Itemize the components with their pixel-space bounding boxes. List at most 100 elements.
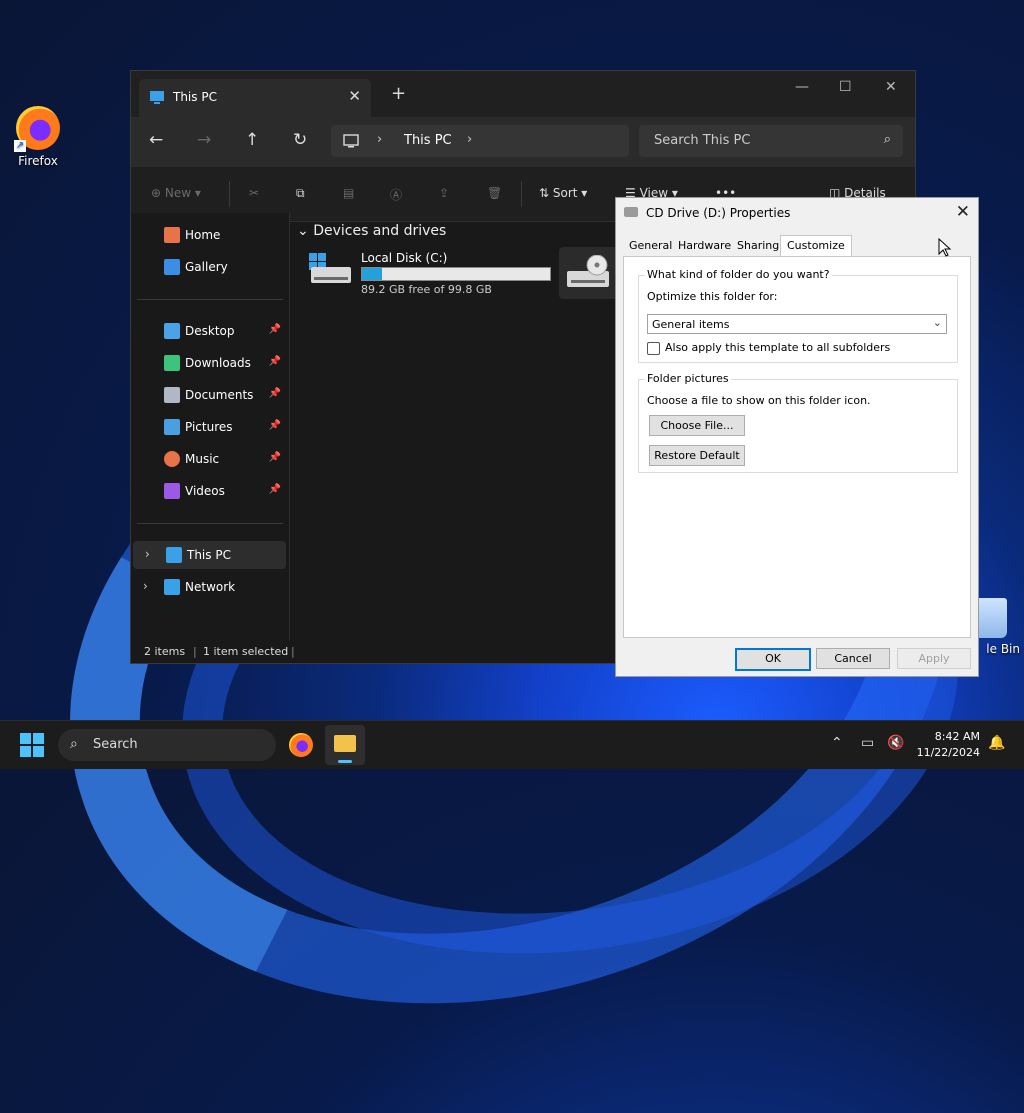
- cut-icon[interactable]: ✂: [249, 186, 259, 200]
- breadcrumb-separator[interactable]: ›: [467, 132, 472, 147]
- status-divider: |: [193, 645, 197, 658]
- search-placeholder: Search This PC: [654, 133, 751, 148]
- chevron-right-icon[interactable]: ›: [145, 547, 150, 561]
- share-icon[interactable]: ⇪: [439, 186, 449, 200]
- rename-icon[interactable]: Ⓐ: [390, 186, 402, 203]
- group-legend: Folder pictures: [645, 372, 731, 385]
- taskbar-file-explorer-icon[interactable]: [325, 725, 365, 765]
- chevron-right-icon[interactable]: ›: [143, 579, 148, 593]
- hard-drive-icon: [309, 253, 351, 283]
- pictures-icon: [164, 419, 180, 435]
- sidebar-item-network[interactable]: › Network: [131, 573, 287, 601]
- taskbar-search[interactable]: ⌕ Search: [58, 729, 276, 761]
- start-button[interactable]: [20, 733, 44, 757]
- sidebar-item-music[interactable]: Music 📌: [131, 445, 287, 473]
- new-label: New: [164, 186, 192, 200]
- drive-free-space: 89.2 GB free of 99.8 GB: [361, 283, 492, 296]
- tab-this-pc[interactable]: This PC ✕: [139, 79, 371, 117]
- paste-icon[interactable]: ▤: [343, 186, 354, 200]
- title-bar: This PC ✕ + — ☐ ✕: [131, 71, 915, 117]
- new-tab-button[interactable]: +: [391, 83, 406, 104]
- network-icon: [164, 579, 180, 595]
- restore-default-button[interactable]: Restore Default: [649, 445, 745, 466]
- sidebar-item-label: Desktop: [185, 324, 235, 338]
- sidebar-item-home[interactable]: Home: [131, 221, 287, 249]
- sidebar-item-videos[interactable]: Videos 📌: [131, 477, 287, 505]
- shortcut-arrow-icon: ↗: [14, 140, 26, 152]
- folder-pictures-group: Folder pictures Choose a file to show on…: [638, 372, 958, 473]
- status-divider: |: [291, 645, 295, 658]
- taskbar-firefox-icon[interactable]: [289, 733, 313, 757]
- group-header[interactable]: ⌄ Devices and drives: [297, 223, 446, 239]
- maximize-button[interactable]: ☐: [839, 79, 852, 95]
- close-tab-icon[interactable]: ✕: [348, 87, 361, 105]
- tab-sharing[interactable]: Sharing: [737, 239, 779, 252]
- sidebar-item-label: Downloads: [185, 356, 251, 370]
- navigation-bar: ← → ↑ ↻ › This PC › Search This PC ⌕: [131, 117, 915, 167]
- windows-logo-tile: [20, 746, 31, 757]
- cancel-button[interactable]: Cancel: [816, 648, 890, 669]
- desktop-icon: [164, 323, 180, 339]
- breadcrumb-separator: ›: [377, 132, 383, 147]
- search-box[interactable]: Search This PC ⌕: [639, 125, 903, 157]
- folder-icon: [334, 735, 356, 752]
- choose-file-button[interactable]: Choose File...: [649, 415, 745, 436]
- sidebar-item-gallery[interactable]: Gallery: [131, 253, 287, 281]
- breadcrumb-this-pc[interactable]: This PC: [404, 133, 452, 148]
- sidebar-item-desktop[interactable]: Desktop 📌: [131, 317, 287, 345]
- sidebar-item-label: This PC: [187, 548, 231, 562]
- sort-button[interactable]: ⇅ Sort ▾: [539, 186, 587, 200]
- download-icon: [164, 355, 180, 371]
- sidebar-item-documents[interactable]: Documents 📌: [131, 381, 287, 409]
- sidebar-item-label: Gallery: [185, 260, 228, 274]
- notification-bell-icon[interactable]: 🔔: [988, 735, 1005, 751]
- folder-pictures-hint: Choose a file to show on this folder ico…: [647, 394, 871, 407]
- desktop-icon-label: Firefox: [18, 154, 58, 168]
- clock-time: 8:42 AM: [934, 730, 980, 743]
- firefox-icon: ↗: [14, 106, 60, 152]
- sidebar-item-label: Videos: [185, 484, 225, 498]
- mouse-cursor-icon: [938, 238, 952, 257]
- clock-date: 11/22/2024: [916, 746, 980, 759]
- document-icon: [164, 387, 180, 403]
- apply-subfolders-label[interactable]: Also apply this template to all subfolde…: [665, 341, 890, 354]
- close-window-button[interactable]: ✕: [885, 79, 897, 95]
- forward-button[interactable]: →: [197, 130, 211, 150]
- sidebar-item-this-pc[interactable]: › This PC: [133, 541, 286, 569]
- monitor-icon: [343, 134, 359, 148]
- clock[interactable]: 8:42 AM 11/22/2024: [917, 729, 980, 761]
- drive-name: Local Disk (C:): [361, 251, 448, 265]
- pin-icon: 📌: [268, 420, 281, 431]
- sidebar-item-pictures[interactable]: Pictures 📌: [131, 413, 287, 441]
- sidebar-item-label: Music: [185, 452, 220, 466]
- tab-general[interactable]: General: [629, 239, 672, 252]
- network-icon[interactable]: ▭: [861, 735, 874, 751]
- tab-hardware[interactable]: Hardware: [678, 239, 731, 252]
- optimize-select[interactable]: General items ⌄: [647, 314, 947, 334]
- sidebar-item-label: Pictures: [185, 420, 233, 434]
- volume-muted-icon[interactable]: 🔇: [887, 735, 904, 751]
- drive-usage-bar: [361, 267, 551, 281]
- close-icon[interactable]: ✕: [956, 202, 970, 222]
- apply-subfolders-checkbox[interactable]: [647, 342, 660, 355]
- search-icon: ⌕: [70, 736, 78, 752]
- copy-icon[interactable]: ⧉: [296, 186, 305, 201]
- show-hidden-icons-chevron-icon[interactable]: ⌃: [831, 735, 843, 751]
- sidebar-item-downloads[interactable]: Downloads 📌: [131, 349, 287, 377]
- drive-local-disk-c[interactable]: Local Disk (C:) 89.2 GB free of 99.8 GB: [309, 249, 551, 301]
- active-indicator: [338, 760, 352, 763]
- dialog-tabs: General Hardware Sharing Customize: [624, 235, 970, 259]
- ok-button[interactable]: OK: [735, 648, 811, 671]
- back-button[interactable]: ←: [149, 130, 163, 150]
- divider: [137, 523, 283, 524]
- desktop-icon-firefox[interactable]: ↗ Firefox: [6, 106, 70, 168]
- apply-button[interactable]: Apply: [897, 648, 971, 669]
- new-button[interactable]: ⊕ New ▾: [151, 186, 201, 200]
- refresh-button[interactable]: ↻: [293, 130, 307, 150]
- address-bar[interactable]: › This PC ›: [331, 125, 629, 157]
- drive-cd-d-selected[interactable]: [559, 247, 619, 299]
- up-button[interactable]: ↑: [245, 130, 259, 150]
- minimize-button[interactable]: —: [795, 79, 809, 95]
- drive-usage-fill: [362, 268, 382, 280]
- delete-icon[interactable]: 🗑: [487, 186, 502, 200]
